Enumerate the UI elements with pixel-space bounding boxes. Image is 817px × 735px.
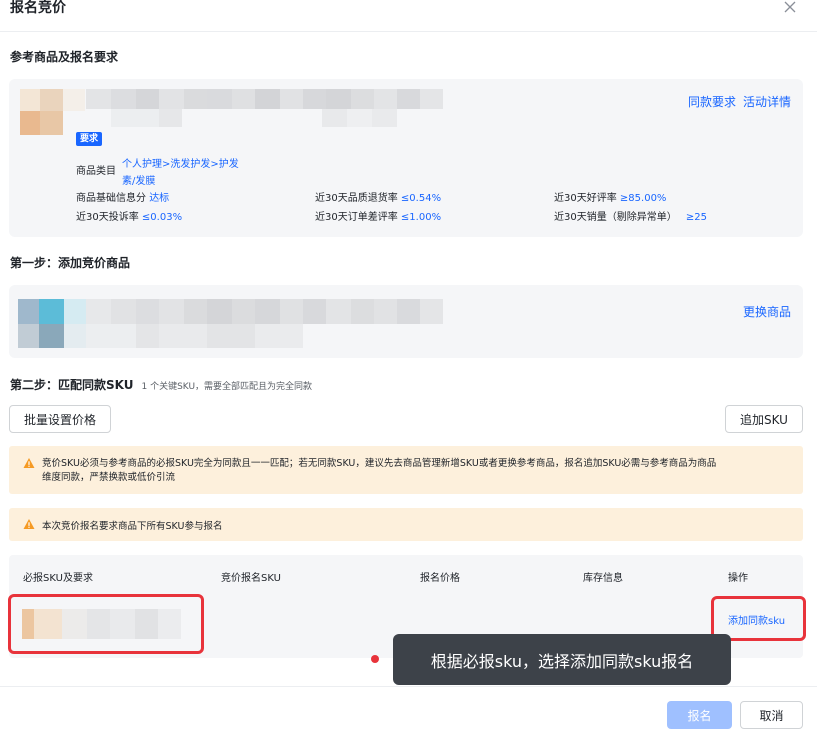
metric-value: ≤0.54% bbox=[400, 193, 442, 204]
guide-tooltip: 根据必报sku，选择添加同款sku报名 bbox=[393, 634, 731, 685]
reference-section-title: 参考商品及报名要求 bbox=[10, 50, 119, 64]
step2-title: 第二步：匹配同款SKU bbox=[10, 378, 134, 392]
category-value-line2: 素/发膜 bbox=[122, 176, 156, 187]
table-header-action: 操作 bbox=[728, 573, 748, 584]
table-header-price: 报名价格 bbox=[420, 573, 460, 584]
metric-label: 近30天品质退货率 bbox=[315, 193, 398, 204]
warning-icon bbox=[23, 457, 35, 469]
warning-text-line2: 维度同款，严禁换款或低价引流 bbox=[42, 472, 176, 483]
bid-product-card: 更换商品 bbox=[9, 285, 803, 358]
same-requirement-link[interactable]: 同款要求 bbox=[688, 93, 736, 110]
step1-title: 第一步：添加竞价商品 bbox=[10, 256, 131, 270]
batch-set-price-button[interactable]: 批量设置价格 bbox=[9, 405, 111, 433]
table-header-required-sku: 必报SKU及要求 bbox=[23, 573, 93, 584]
close-icon[interactable] bbox=[783, 0, 797, 14]
add-sku-button[interactable]: 追加SKU bbox=[725, 405, 803, 433]
metric-label: 近30天订单差评率 bbox=[315, 212, 398, 223]
dialog-title: 报名竞价 bbox=[10, 0, 66, 16]
step2-hint: 1 个关键SKU，需要全部匹配且为完全同款 bbox=[141, 382, 313, 392]
cancel-button[interactable]: 取消 bbox=[740, 701, 803, 729]
warning-text: 本次竞价报名要求商品下所有SKU参与报名 bbox=[42, 521, 223, 532]
reference-card: 同款要求 活动详情 要求 商品类目 个人护理>洗发护发>护发 素/发膜 商品基础… bbox=[9, 79, 803, 237]
warning-text-line1: 竞价SKU必须与参考商品的必报SKU完全为同款且一一匹配；若无同款SKU，建议先… bbox=[42, 458, 717, 469]
requirement-badge: 要求 bbox=[76, 132, 103, 146]
metric-value: ≥85.00% bbox=[619, 193, 667, 204]
metric-value: 达标 bbox=[149, 193, 170, 204]
warning-banner-all-sku: 本次竞价报名要求商品下所有SKU参与报名 bbox=[9, 508, 803, 541]
add-same-sku-link[interactable]: 添加同款sku bbox=[728, 612, 785, 627]
metric-label: 近30天好评率 bbox=[554, 193, 617, 204]
metric-value: ≤1.00% bbox=[400, 212, 442, 223]
tooltip-pointer-dot bbox=[371, 655, 379, 663]
warning-text: 竞价SKU必须与参考商品的必报SKU完全为同款且一一匹配；若无同款SKU，建议先… bbox=[42, 457, 797, 485]
header-divider bbox=[0, 31, 817, 32]
submit-button[interactable]: 报名 bbox=[667, 701, 732, 729]
metric-item: 近30天销量（剔除异常单） ≥25 bbox=[554, 208, 707, 223]
table-header-bid-sku: 竞价报名SKU bbox=[221, 573, 281, 584]
metric-item: 近30天订单差评率 ≤1.00% bbox=[315, 208, 441, 223]
required-sku-highlight bbox=[8, 594, 204, 654]
metric-label: 近30天销量（剔除异常单） bbox=[554, 212, 677, 223]
table-header-stock: 库存信息 bbox=[583, 573, 623, 584]
category-value-line1: 个人护理>洗发护发>护发 bbox=[122, 159, 239, 170]
metric-item: 近30天好评率 ≥85.00% bbox=[554, 189, 666, 204]
metric-item: 近30天品质退货率 ≤0.54% bbox=[315, 189, 441, 204]
activity-detail-link[interactable]: 活动详情 bbox=[743, 93, 791, 110]
metric-item: 近30天投诉率 ≤0.03% bbox=[76, 208, 182, 223]
metric-label: 商品基础信息分 bbox=[76, 193, 146, 204]
category-label: 商品类目 bbox=[76, 166, 116, 177]
metric-value: ≥25 bbox=[685, 212, 708, 223]
warning-icon bbox=[23, 518, 35, 530]
metric-label: 近30天投诉率 bbox=[76, 212, 139, 223]
metric-value: ≤0.03% bbox=[141, 212, 183, 223]
footer-divider bbox=[0, 686, 817, 687]
replace-product-link[interactable]: 更换商品 bbox=[743, 303, 791, 320]
metric-item: 商品基础信息分 达标 bbox=[76, 189, 169, 204]
step2-header: 第二步：匹配同款SKU 1 个关键SKU，需要全部匹配且为完全同款 bbox=[10, 376, 312, 393]
warning-banner: 竞价SKU必须与参考商品的必报SKU完全为同款且一一匹配；若无同款SKU，建议先… bbox=[9, 446, 803, 494]
